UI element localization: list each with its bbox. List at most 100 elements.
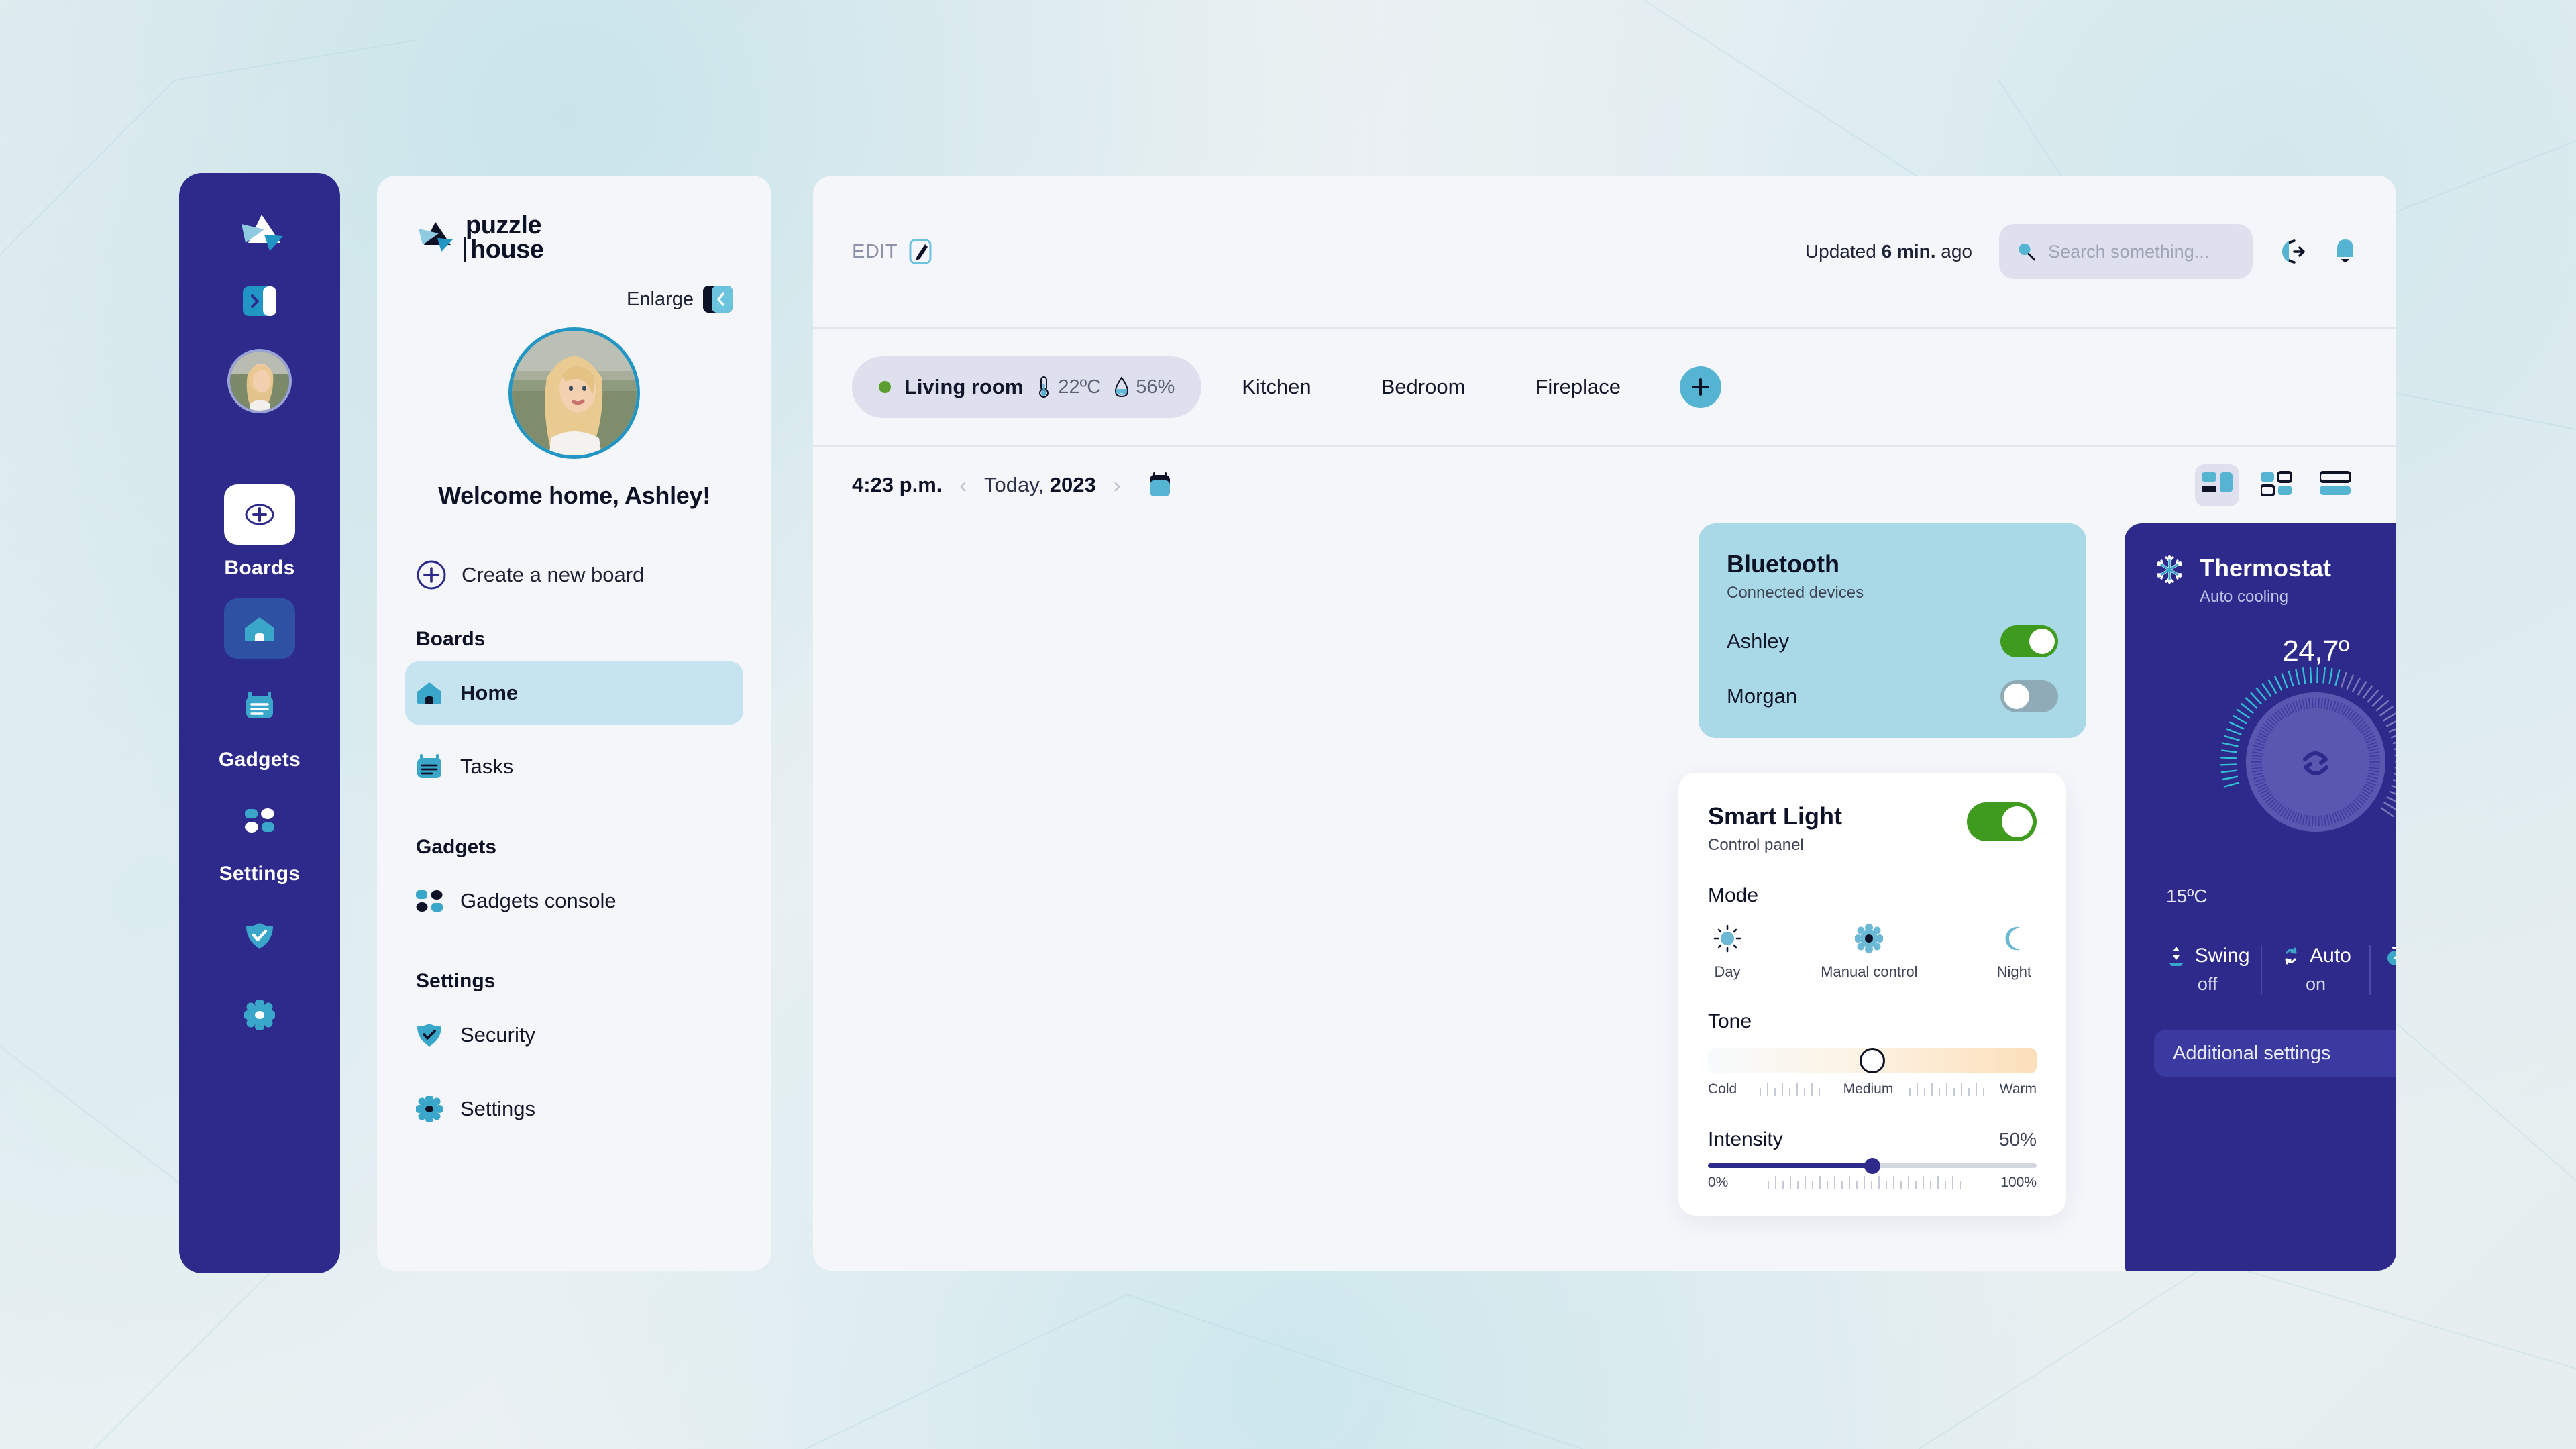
status-dot	[879, 381, 891, 393]
mode-option-manual[interactable]: Manual control	[1821, 924, 1917, 981]
thermostat-control-state: off	[2197, 974, 2218, 994]
sidebar-item-home-label: Home	[460, 681, 519, 705]
smart-light-power-toggle[interactable]	[1967, 802, 2037, 841]
profile-avatar[interactable]	[508, 327, 640, 460]
mode-option-day[interactable]: Day	[1713, 924, 1741, 981]
sidebar-item-tasks[interactable]	[224, 676, 295, 737]
moon-icon	[2005, 926, 2021, 951]
calendar-icon[interactable]	[1148, 472, 1171, 498]
timer-icon	[2387, 947, 2396, 965]
tone-slider-handle[interactable]	[1860, 1048, 1885, 1073]
edit-button[interactable]: EDIT	[852, 238, 934, 265]
room-temperature: 22ºC	[1036, 376, 1101, 398]
view-list-icon[interactable]	[2313, 464, 2357, 506]
thermostat-range: 15ºC 30ºC	[2154, 885, 2396, 907]
intensity-slider-handle[interactable]	[1864, 1157, 1880, 1174]
sidebar-item-gadgets-console-label: Gadgets console	[460, 889, 616, 913]
swing-icon	[2168, 947, 2184, 966]
section-title-gadgets: Gadgets	[416, 836, 497, 859]
auto-refresh-icon	[2285, 947, 2297, 965]
date-label: Today, 2023	[984, 473, 1096, 497]
sidebar-item-home[interactable]: Home	[405, 661, 743, 725]
thermostat-dial[interactable]	[2154, 667, 2396, 876]
updated-value: 6 min.	[1881, 241, 1936, 262]
edit-label: EDIT	[852, 240, 898, 262]
plus-circle-icon	[417, 560, 446, 590]
thermostat-controls: Swing off Auto on	[2154, 945, 2396, 995]
room-tab-kitchen[interactable]: Kitchen	[1212, 375, 1340, 399]
additional-settings-button[interactable]: Additional settings	[2154, 1030, 2396, 1077]
thermostat-range-min: 15ºC	[2166, 885, 2208, 906]
tone-mid-label: Medium	[1843, 1081, 1894, 1097]
room-tab-fireplace[interactable]: Fireplace	[1505, 375, 1650, 399]
bluetooth-device-toggle-morgan[interactable]	[2000, 680, 2058, 712]
avatar[interactable]	[227, 349, 292, 413]
topbar: EDIT Updated 6 min. ago	[813, 176, 2396, 329]
brand-line-1: puzzle	[466, 211, 542, 239]
rail-group-settings: Settings	[219, 790, 301, 1045]
gear-icon	[1855, 924, 1884, 953]
rail-label-settings: Settings	[219, 863, 301, 885]
collapse-panel-icon[interactable]	[703, 286, 733, 313]
sidebar-item-boards[interactable]	[224, 484, 295, 545]
rail-group-boards: Boards	[224, 484, 295, 580]
thermostat-subtitle: Auto cooling	[2200, 588, 2289, 606]
prev-day-button[interactable]: ‹	[942, 473, 984, 498]
profile-block: Welcome home, Ashley!	[377, 327, 771, 510]
thermostat-control-state: on	[2305, 974, 2326, 994]
thermostat-control-label: Swing	[2194, 945, 2250, 967]
thermostat-control-swing[interactable]: Swing off	[2154, 945, 2261, 995]
room-name: Living room	[904, 375, 1024, 398]
water-drop-icon	[1115, 376, 1129, 398]
smart-light-title: Smart Light	[1708, 802, 1843, 830]
search-input[interactable]	[2048, 241, 2235, 262]
tone-scale: Cold Medium Warm	[1708, 1081, 2037, 1097]
room-tab-bedroom[interactable]: Bedroom	[1352, 375, 1495, 399]
create-board-button[interactable]: Create a new board	[416, 559, 771, 590]
section-title-settings: Settings	[416, 970, 496, 993]
view-featured-icon[interactable]	[2195, 464, 2239, 506]
updated-status: Updated 6 min. ago	[1805, 241, 1972, 262]
enlarge-control[interactable]: Enlarge	[377, 262, 771, 313]
thermostat-card: Thermostat Auto cooling 24,7º 15ºC Swing…	[2125, 523, 2396, 1271]
rail-label-gadgets: Gadgets	[218, 749, 301, 771]
mode-option-night[interactable]: Night	[1997, 924, 2031, 981]
thermostat-control-auto[interactable]: Auto on	[2261, 945, 2369, 995]
sidebar-item-security[interactable]	[224, 906, 295, 966]
intensity-min-label: 0%	[1708, 1175, 1729, 1190]
search-icon	[2019, 244, 2035, 261]
sidebar-item-settings-label: Settings	[460, 1097, 536, 1121]
room-tab-living-room[interactable]: Living room 22ºC 56%	[852, 356, 1202, 418]
rail-label-boards: Boards	[224, 557, 295, 579]
rail-group-gadgets: Gadgets	[219, 598, 301, 771]
view-grid-icon[interactable]	[2254, 464, 2298, 506]
logout-icon[interactable]	[2279, 238, 2306, 265]
room-temp-value: 22ºC	[1058, 376, 1102, 398]
collapse-panel-icon[interactable]	[243, 286, 276, 319]
tone-slider[interactable]	[1708, 1048, 2037, 1073]
tone-label: Tone	[1708, 1010, 1752, 1032]
tone-max-label: Warm	[1999, 1081, 2037, 1097]
sidebar-item-settings[interactable]: Settings	[405, 1077, 743, 1140]
sidebar-item-gadgets-console[interactable]: Gadgets console	[405, 869, 743, 932]
shield-check-icon	[417, 1024, 441, 1047]
updated-prefix: Updated	[1805, 241, 1876, 262]
sidebar-item-home[interactable]	[223, 598, 295, 659]
bluetooth-title: Bluetooth	[1727, 550, 1839, 578]
add-room-button[interactable]	[1679, 366, 1721, 408]
enlarge-label: Enlarge	[627, 288, 694, 310]
thermostat-control-timer[interactable]: Timer on	[2369, 945, 2396, 995]
bell-icon[interactable]	[2333, 238, 2357, 265]
sidebar-item-security[interactable]: Security	[405, 1004, 743, 1067]
sidebar-item-settings[interactable]	[224, 985, 295, 1045]
intensity-slider[interactable]	[1708, 1157, 2037, 1174]
view-toggles	[2195, 464, 2357, 506]
search-box[interactable]	[1999, 224, 2253, 279]
smart-light-subtitle: Control panel	[1708, 836, 1804, 854]
bluetooth-device-toggle-ashley[interactable]	[2000, 625, 2058, 657]
next-day-button[interactable]: ›	[1096, 473, 1138, 498]
sidebar-item-gadgets-console[interactable]	[224, 790, 295, 851]
bluetooth-subtitle: Connected devices	[1727, 584, 1864, 602]
sidebar-item-tasks[interactable]: Tasks	[405, 735, 743, 798]
additional-settings-label: Additional settings	[2173, 1042, 2331, 1064]
